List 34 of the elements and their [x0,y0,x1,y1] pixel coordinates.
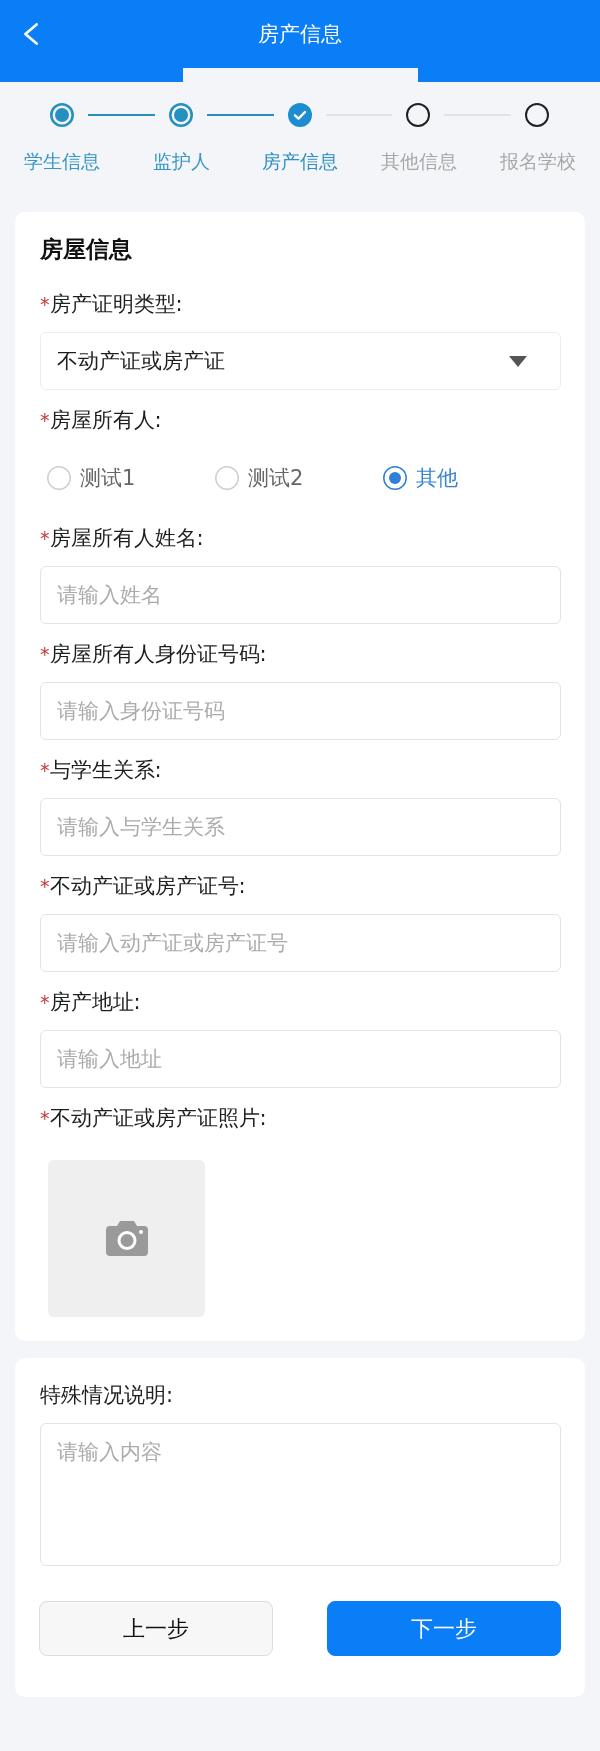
previous-button[interactable]: 上一步 [39,1601,273,1656]
input-field[interactable]: 请输入身份证号码 [40,682,561,740]
step-label: 学生信息 [24,149,101,173]
step-connector [206,114,274,116]
field-label: 特殊情况说明: [40,1382,174,1409]
field-label: *房屋所有人: [40,407,162,434]
chevron-left-icon [24,23,38,45]
select-field[interactable]: 不动产证或房产证 [40,332,561,390]
field-label: *房产证明类型: [40,291,183,318]
camera-icon [105,1221,148,1256]
step-label: 房产信息 [262,149,338,173]
input-field[interactable]: 请输入地址 [40,1030,561,1088]
step-label: 其他信息 [380,149,457,173]
radio-option[interactable]: 测试1 [47,463,136,493]
remarks-textarea[interactable]: 请输入内容 [40,1423,561,1566]
step-label: 监护人 [152,149,210,173]
input-field[interactable]: 请输入与学生关系 [40,798,561,856]
next-button[interactable]: 下一步 [327,1601,561,1656]
field-label: *房屋所有人身份证号码: [40,641,267,668]
caret-icon [509,355,527,367]
field-label: *与学生关系: [40,757,162,784]
section-title: 房屋信息 [40,235,132,264]
step-label: 报名学校 [499,149,576,173]
radio-option[interactable]: 测试2 [215,463,304,493]
field-label: *房屋所有人姓名: [40,525,204,552]
radio-option[interactable]: 其他 [383,463,458,493]
upload-tile[interactable] [48,1160,205,1317]
input-field[interactable]: 请输入动产证或房产证号 [40,914,561,972]
page-title: 房产信息 [258,21,342,48]
field-label: *不动产证或房产证号: [40,873,246,900]
field-label: *不动产证或房产证照片: [40,1105,267,1132]
input-field[interactable]: 请输入姓名 [40,566,561,624]
step-connector [88,114,155,116]
field-label: *房产地址: [40,989,141,1016]
